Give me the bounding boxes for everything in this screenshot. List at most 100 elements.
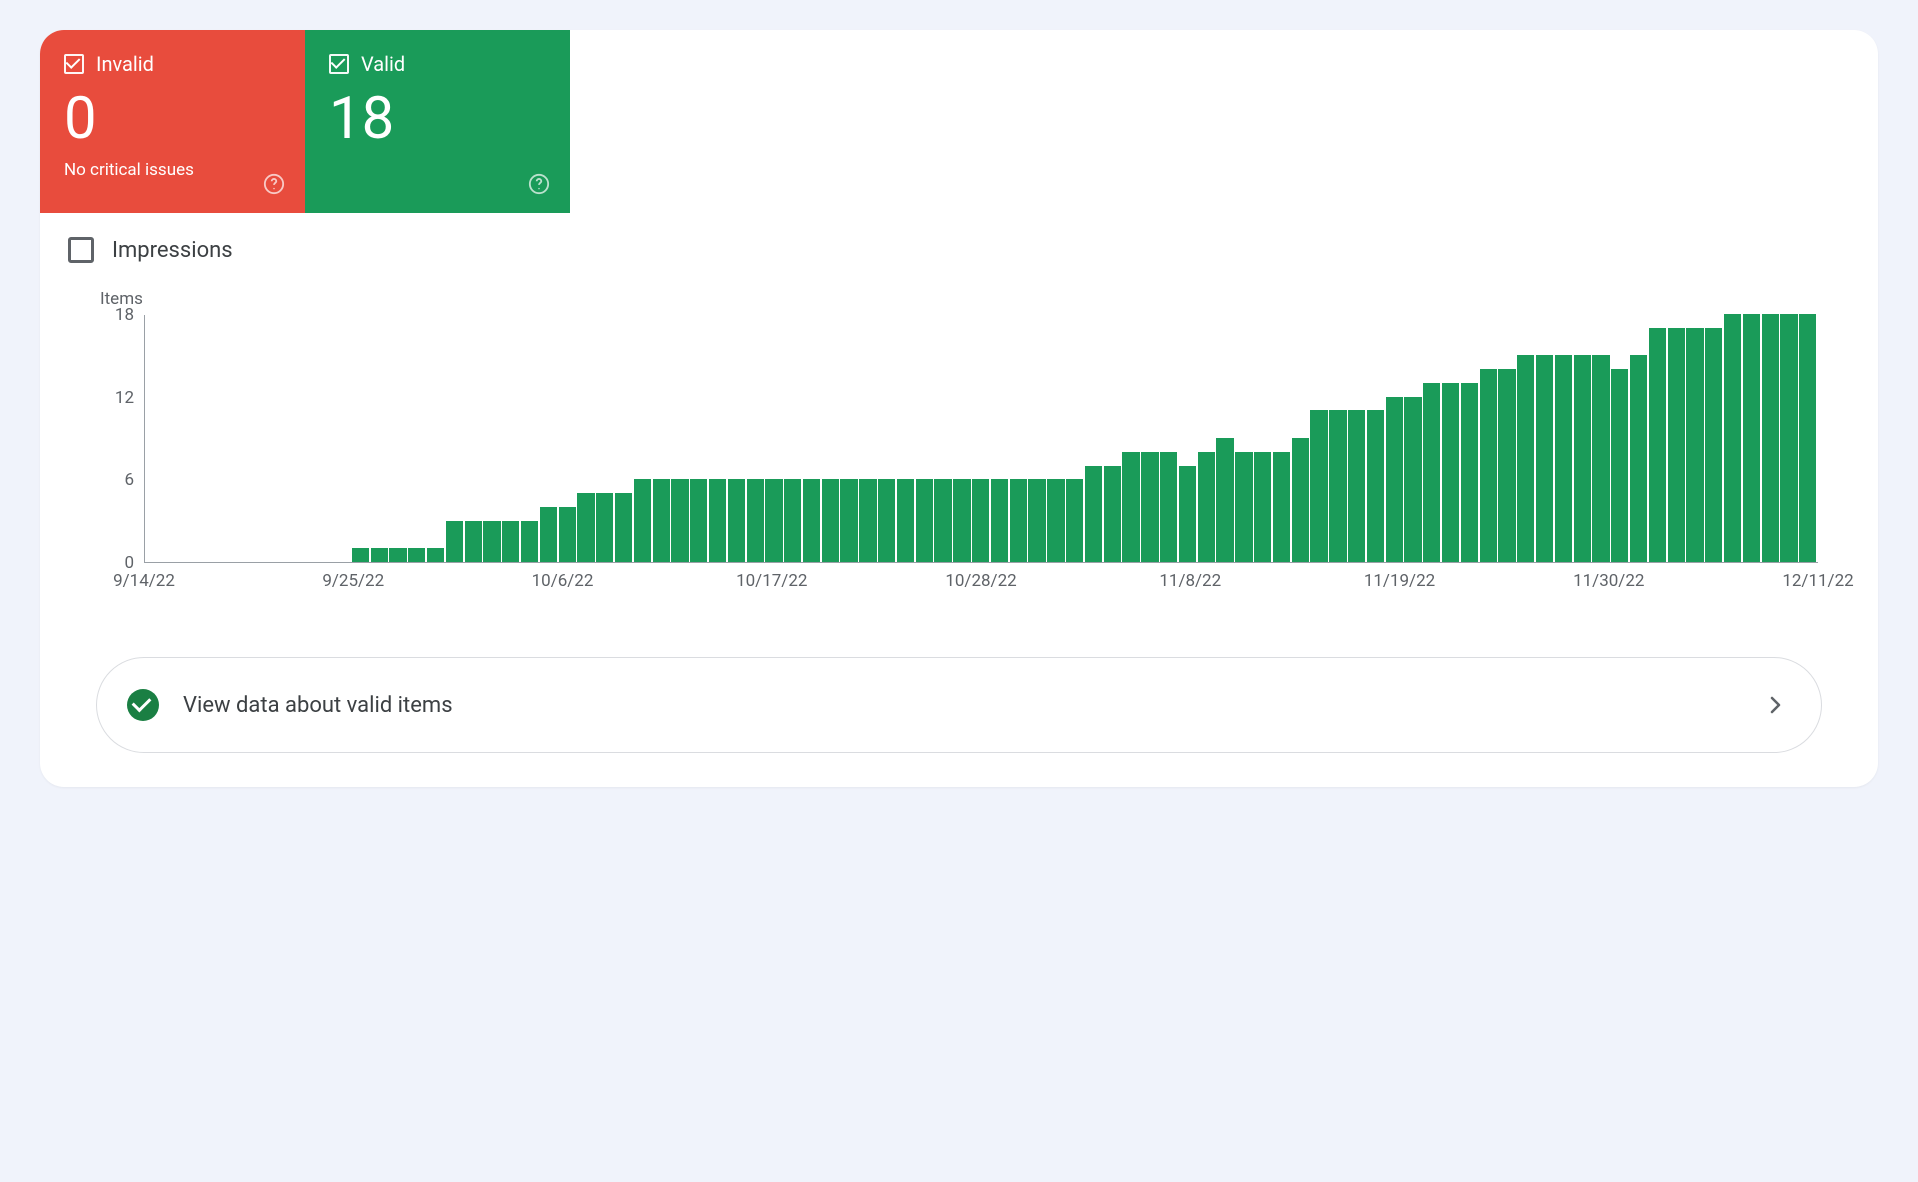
chart-bar [822,479,839,562]
chart-bar [1367,410,1384,562]
chart-bar [1649,328,1666,562]
view-valid-items-button[interactable]: View data about valid items [96,657,1822,753]
chart-bar [1254,452,1271,562]
chart-x-tick: 11/30/22 [1573,571,1644,591]
valid-card[interactable]: Valid 18 [305,30,570,213]
chart-x-tick: 9/14/22 [113,571,175,591]
chart-bar [1273,452,1290,562]
chart-bar [897,479,914,562]
chart-bar [1404,397,1421,562]
chart-bar [1160,452,1177,562]
chart-bar [1348,410,1365,562]
chart-bar [1386,397,1403,562]
chart-bar [1668,328,1685,562]
help-icon[interactable] [528,173,550,195]
chart-bar [803,479,820,562]
chart-bar [1198,452,1215,562]
chart-bar [934,479,951,562]
chart-bar [784,479,801,562]
chart-bar [1122,452,1139,562]
chart-bar [1592,355,1609,562]
chart-x-tick: 11/19/22 [1364,571,1435,591]
chart-bar [840,479,857,562]
chart-bar [1028,479,1045,562]
chart-x-tick: 10/6/22 [532,571,594,591]
chart-y-title: Items [100,289,1818,309]
chart-bar [615,493,632,562]
chart-bar [916,479,933,562]
invalid-subtext: No critical issues [64,160,281,180]
chart-bar [352,548,369,562]
chart-bars [145,315,1818,562]
chart-bar [465,521,482,562]
chart-bar [1686,328,1703,562]
chart-y-tick: 0 [124,553,134,573]
chart-bar [953,479,970,562]
chart-bar [1216,438,1233,562]
chart-bar [1085,466,1102,562]
chart-bar [596,493,613,562]
chart-bar [1066,479,1083,562]
chart-bar [1630,355,1647,562]
chart-bar [1574,355,1591,562]
invalid-count: 0 [64,90,281,148]
chart-y-tick: 12 [115,388,134,408]
chart-plot [144,315,1818,563]
chart-bar [1705,328,1722,562]
chart-bar [1536,355,1553,562]
chart-bar [427,548,444,562]
impressions-toggle[interactable]: Impressions [40,213,1878,269]
chart-y-tick: 6 [124,470,134,490]
chart-bar [1461,383,1478,562]
status-cards: Invalid 0 No critical issues Valid 18 [40,30,1878,213]
report-card: Invalid 0 No critical issues Valid 18 Im… [40,30,1878,787]
chart-bar [972,479,989,562]
invalid-card[interactable]: Invalid 0 No critical issues [40,30,305,213]
chart-bar [1480,369,1497,562]
chart-bar [1235,452,1252,562]
valid-count: 18 [329,90,546,148]
chart-bar [1517,355,1534,562]
chart-bar [446,521,463,562]
chart-bar [1724,314,1741,562]
checkbox-checked-icon [329,54,349,74]
checkbox-checked-icon [64,54,84,74]
chart-x-tick: 10/28/22 [945,571,1016,591]
chart-y-axis: 061218 [100,315,144,563]
chart-bar [690,479,707,562]
chart-bar [559,507,576,562]
chart-bar [577,493,594,562]
chart-bar [1611,369,1628,562]
chart-bar [991,479,1008,562]
chart-bar [371,548,388,562]
impressions-label: Impressions [112,238,233,263]
chart-bar [1780,314,1797,562]
chart-bar [1047,479,1064,562]
chart-bar [709,479,726,562]
chart-x-tick: 12/11/22 [1782,571,1853,591]
chart-bar [1743,314,1760,562]
chart-bar [859,479,876,562]
invalid-card-label: Invalid [96,52,154,76]
valid-card-label: Valid [361,52,405,76]
chart-bar [878,479,895,562]
cta-label: View data about valid items [183,693,1739,718]
chart-bar [1292,438,1309,562]
chart-bar [1104,466,1121,562]
items-chart: Items 061218 9/14/229/25/2210/6/2210/17/… [40,269,1878,607]
chart-x-tick: 9/25/22 [322,571,384,591]
chart-bar [1799,314,1816,562]
chart-bar [634,479,651,562]
chevron-right-icon [1763,693,1787,717]
chart-bar [747,479,764,562]
chart-bar [1141,452,1158,562]
chart-bar [653,479,670,562]
chart-bar [502,521,519,562]
chart-bar [521,521,538,562]
help-icon[interactable] [263,173,285,195]
chart-bar [1010,479,1027,562]
chart-bar [1555,355,1572,562]
chart-bar [1310,410,1327,562]
chart-bar [483,521,500,562]
check-circle-icon [127,689,159,721]
